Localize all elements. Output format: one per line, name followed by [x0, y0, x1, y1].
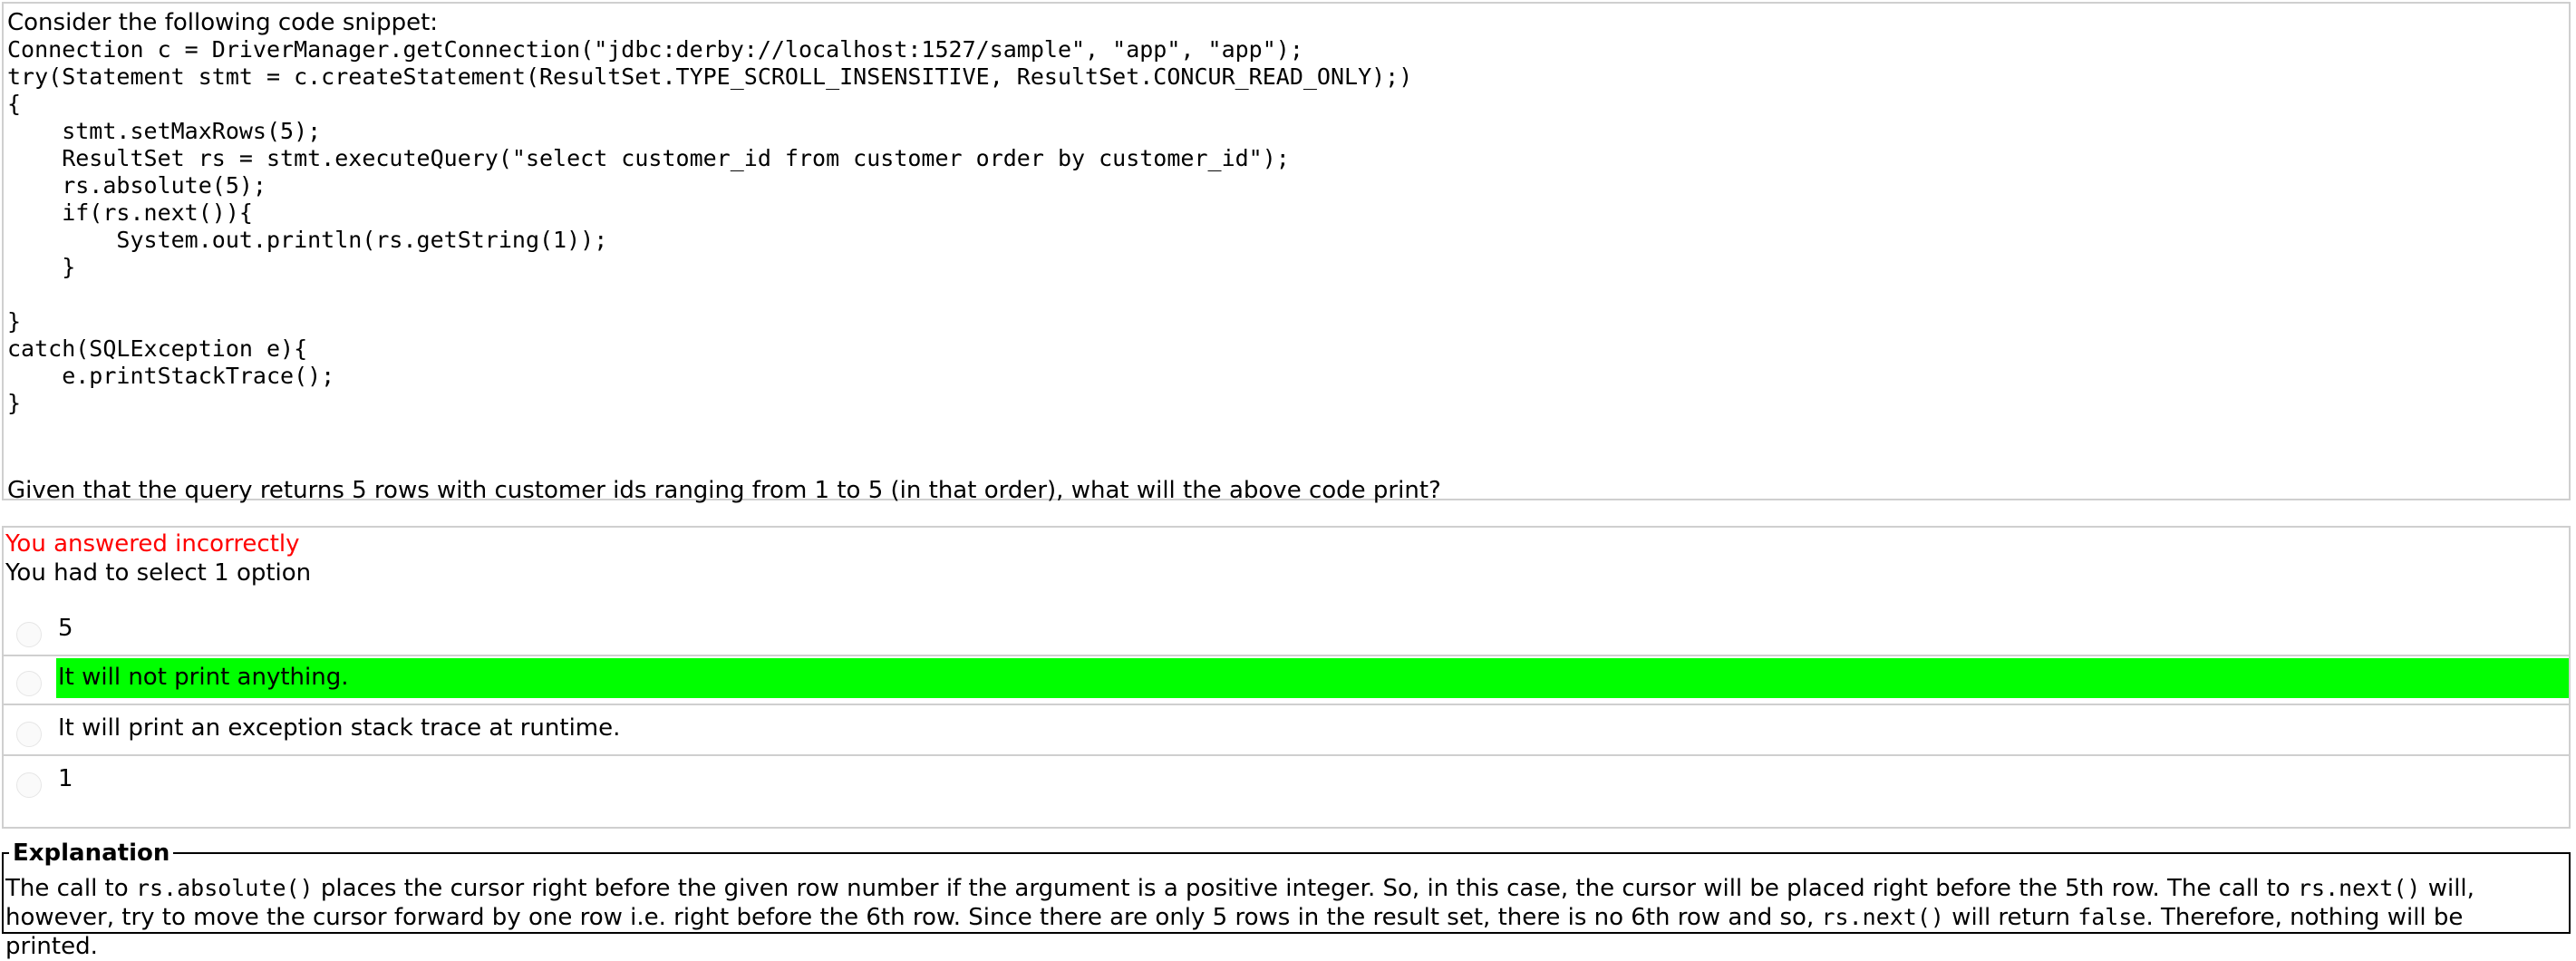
option-label[interactable]: 1 — [56, 758, 2569, 800]
explanation-segment: will return — [1943, 904, 2078, 931]
option-label-correct[interactable]: It will not print anything. — [56, 658, 2569, 698]
code-line: try(Statement stmt = c.createStatement(R… — [7, 63, 1413, 90]
code-line: } — [7, 390, 22, 416]
explanation-legend: Explanation — [9, 839, 174, 868]
explanation-code: rs.next() — [2297, 875, 2421, 901]
option-radio[interactable] — [16, 671, 42, 696]
explanation-code: rs.next() — [1821, 904, 1944, 930]
code-snippet: Connection c = DriverManager.getConnecti… — [7, 36, 1412, 417]
answer-option-correct[interactable]: It will not print anything. — [4, 656, 2569, 705]
option-radio[interactable] — [16, 772, 42, 798]
option-radio[interactable] — [16, 722, 42, 747]
explanation-code: false — [2077, 904, 2146, 930]
code-line: System.out.println(rs.getString(1)); — [7, 227, 608, 253]
explanation-panel: Explanation The call to rs.absolute() pl… — [2, 839, 2571, 960]
code-line: Connection c = DriverManager.getConnecti… — [7, 36, 1303, 63]
explanation-text: The call to rs.absolute() places the cur… — [5, 874, 2560, 961]
answer-option[interactable]: It will print an exception stack trace a… — [4, 707, 2569, 756]
code-line: { — [7, 91, 22, 117]
code-line: if(rs.next()){ — [7, 199, 253, 226]
result-status: You answered incorrectly — [5, 530, 300, 558]
answer-panel: You answered incorrectly You had to sele… — [2, 526, 2571, 829]
answer-option[interactable]: 5 — [4, 607, 2569, 656]
code-line: } — [7, 308, 22, 335]
option-label[interactable]: It will print an exception stack trace a… — [56, 707, 2569, 749]
option-label[interactable]: 5 — [56, 607, 2569, 649]
explanation-code: rs.absolute() — [135, 875, 314, 901]
code-line: catch(SQLException e){ — [7, 335, 308, 362]
answer-option[interactable]: 1 — [4, 758, 2569, 807]
explanation-segment: places the cursor right before the given… — [313, 875, 2298, 902]
code-line: ResultSet rs = stmt.executeQuery("select… — [7, 145, 1290, 171]
code-line: e.printStackTrace(); — [7, 363, 335, 389]
explanation-segment: The call to — [5, 875, 136, 902]
code-line: rs.absolute(5); — [7, 172, 266, 199]
selection-instruction: You had to select 1 option — [5, 559, 312, 587]
question-panel: Consider the following code snippet: Con… — [2, 2, 2571, 504]
question-prompt: Given that the query returns 5 rows with… — [7, 477, 1441, 504]
code-line: stmt.setMaxRows(5); — [7, 118, 322, 144]
code-line: } — [7, 254, 76, 280]
question-intro: Consider the following code snippet: — [7, 9, 439, 36]
option-radio[interactable] — [16, 622, 42, 647]
